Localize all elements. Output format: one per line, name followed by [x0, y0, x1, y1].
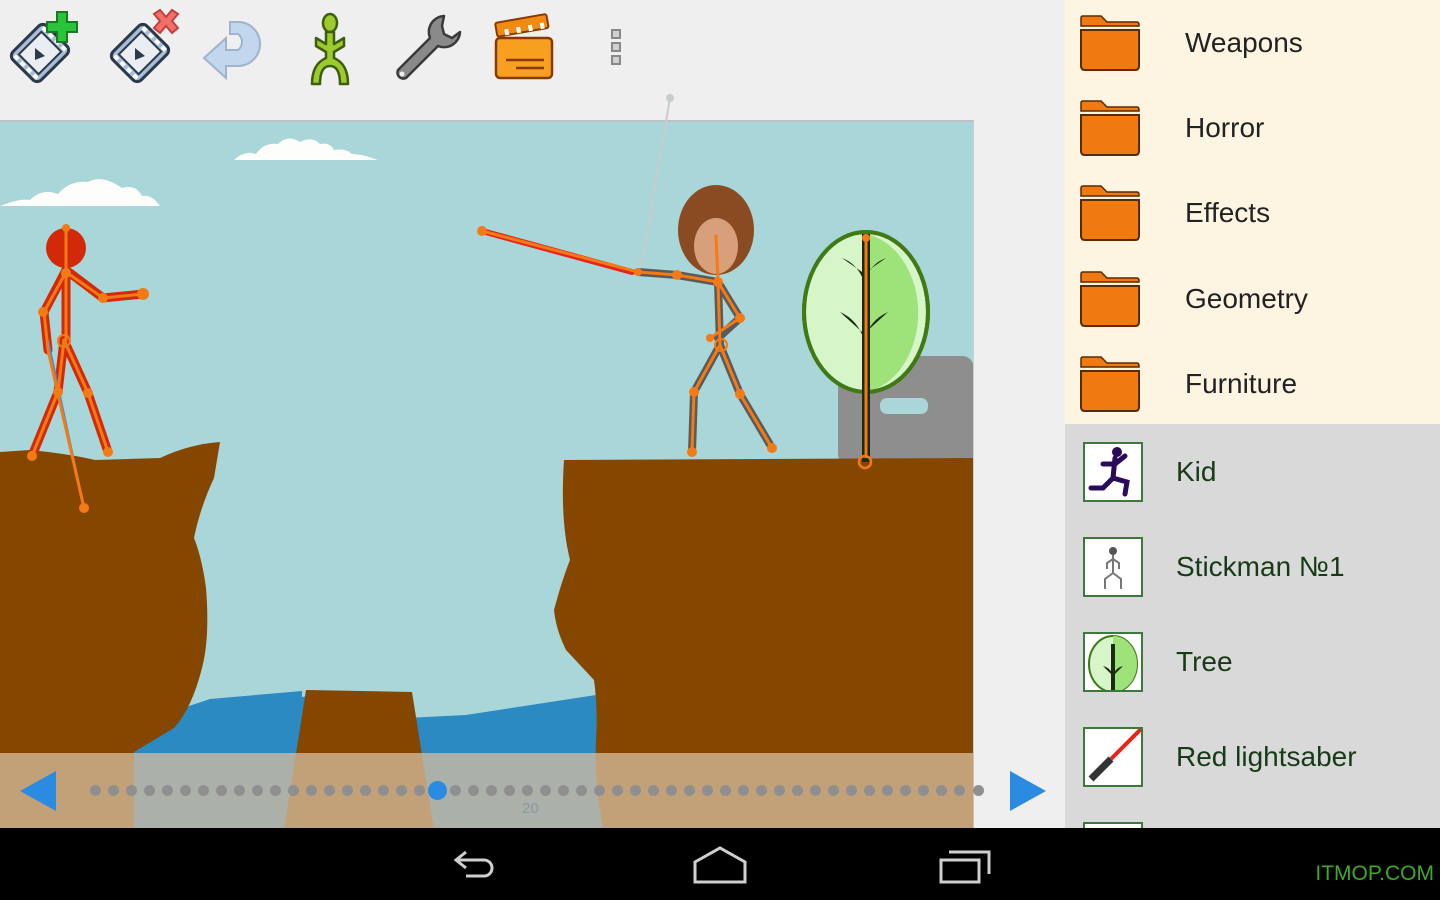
folder-horror[interactable]: Horror	[1065, 85, 1440, 170]
frame-dot[interactable]	[323, 785, 335, 796]
frame-dot[interactable]	[125, 785, 137, 796]
folder-weapons[interactable]: Weapons	[1065, 0, 1440, 85]
frame-dot[interactable]	[215, 785, 227, 796]
clapperboard-icon	[494, 13, 554, 80]
folder-icon	[1080, 356, 1140, 412]
object-list: Kid Stickman №1 Tree Red lightsaber	[1065, 424, 1440, 828]
frame-dot-selected[interactable]	[427, 781, 447, 800]
object-partial[interactable]	[1065, 804, 1440, 828]
folder-icon	[1080, 100, 1140, 156]
frame-dot[interactable]	[521, 785, 533, 796]
app-window: 20 Weapons Horror Effects Geometry Furni…	[0, 0, 1440, 828]
frame-dot[interactable]	[287, 785, 299, 796]
object-tree[interactable]: Tree	[1065, 614, 1440, 709]
more-vertical-icon	[611, 29, 621, 65]
back-button[interactable]	[446, 846, 506, 886]
settings-button[interactable]	[384, 8, 464, 88]
lightsaber-icon	[1083, 726, 1143, 787]
film-frame-plus-icon	[9, 11, 78, 84]
rotation-handle[interactable]	[666, 94, 674, 102]
frame-dot[interactable]	[503, 785, 515, 796]
folder-furniture[interactable]: Furniture	[1065, 341, 1440, 426]
next-frame-button[interactable]	[1006, 769, 1050, 813]
recents-button[interactable]	[935, 846, 995, 886]
frame-dot[interactable]	[233, 785, 245, 796]
frame-dot[interactable]	[197, 785, 209, 796]
frame-dot[interactable]	[89, 785, 101, 796]
add-frame-button[interactable]	[2, 8, 82, 88]
frame-dot[interactable]	[395, 785, 407, 796]
frame-dot[interactable]	[558, 785, 570, 796]
folder-icon	[1080, 185, 1140, 242]
frame-dot[interactable]	[305, 785, 317, 796]
frame-dot[interactable]	[413, 785, 425, 796]
frame-dot[interactable]	[972, 785, 984, 796]
frame-dot[interactable]	[612, 785, 624, 796]
frame-dot[interactable]	[251, 785, 263, 796]
arrow-left-icon	[20, 771, 56, 811]
folder-label: Horror	[1185, 111, 1265, 143]
watermark: ITMOP.COM	[1315, 862, 1434, 885]
film-frame-x-icon	[109, 8, 180, 84]
toolbar	[0, 0, 1065, 95]
timeline: 20	[0, 753, 1065, 828]
frame-dot[interactable]	[449, 785, 461, 796]
frame-dot[interactable]	[143, 785, 155, 796]
recents-icon	[939, 850, 991, 884]
frame-dot[interactable]	[107, 785, 119, 796]
frame-dot[interactable]	[540, 785, 551, 796]
overflow-menu-button[interactable]	[576, 8, 656, 88]
folder-label: Effects	[1185, 197, 1271, 229]
frame-dot[interactable]	[179, 785, 191, 796]
folder-label: Geometry	[1185, 282, 1308, 314]
frame-dot[interactable]	[467, 785, 479, 796]
delete-frame-button[interactable]	[102, 8, 182, 88]
object-kid[interactable]: Kid	[1065, 424, 1440, 519]
folder-icon	[1080, 14, 1140, 71]
object-label: Red lightsaber	[1176, 740, 1357, 772]
back-icon	[453, 850, 494, 878]
undo-arrow-icon	[202, 21, 261, 81]
folder-label: Weapons	[1185, 26, 1303, 58]
frame-dot[interactable]	[377, 785, 389, 796]
animation-canvas[interactable]	[0, 120, 974, 828]
undo-button[interactable]	[196, 8, 276, 88]
folder-effects[interactable]: Effects	[1065, 171, 1440, 256]
folder-label: Furniture	[1185, 367, 1298, 399]
frame-dot[interactable]	[576, 785, 588, 796]
running-kid-icon	[1083, 441, 1143, 502]
object-label: Kid	[1176, 455, 1217, 487]
frame-dot[interactable]	[485, 785, 497, 796]
folder-icon	[1080, 270, 1140, 327]
scene	[0, 122, 973, 828]
frame-dot[interactable]	[594, 785, 606, 796]
play-movie-button[interactable]	[484, 8, 564, 88]
folder-list: Weapons Horror Effects Geometry Furnitur…	[1065, 0, 1440, 424]
frame-dot[interactable]	[341, 785, 353, 796]
tree-icon	[1083, 631, 1143, 692]
frame-dot[interactable]	[269, 785, 281, 796]
object-library-sidebar: Weapons Horror Effects Geometry Furnitur…	[1065, 0, 1440, 828]
folder-geometry[interactable]: Geometry	[1065, 256, 1440, 341]
stickman-thumb-icon	[1083, 536, 1143, 597]
frame-dot[interactable]	[161, 785, 173, 796]
object-red-lightsaber[interactable]: Red lightsaber	[1065, 709, 1440, 804]
previous-frame-button[interactable]	[16, 769, 60, 813]
system-nav-bar: ITMOP.COM	[0, 828, 1440, 900]
object-label: Tree	[1176, 645, 1233, 677]
object-stickman-1[interactable]: Stickman №1	[1065, 519, 1440, 614]
home-button[interactable]	[690, 846, 750, 886]
stickman-icon	[310, 12, 350, 86]
frame-dot[interactable]	[359, 785, 371, 796]
arrow-right-icon	[1010, 771, 1046, 811]
frame-number-label: 20	[522, 800, 539, 817]
object-label: Stickman №1	[1176, 550, 1345, 582]
home-icon	[693, 846, 747, 884]
add-stickman-button[interactable]	[290, 8, 370, 88]
wrench-icon	[396, 14, 462, 80]
